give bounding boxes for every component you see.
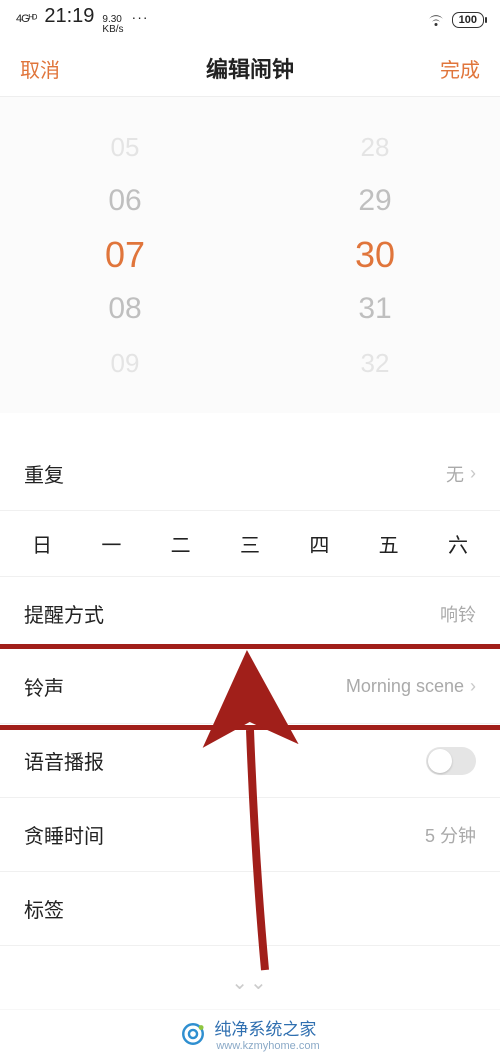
snooze-value: 5 分钟 bbox=[425, 822, 476, 848]
picker-hour-selected[interactable]: 07 bbox=[105, 235, 145, 275]
battery-indicator: 100 bbox=[452, 12, 484, 28]
weekday-sun[interactable]: 日 bbox=[28, 529, 56, 558]
picker-hour-item[interactable]: 08 bbox=[108, 289, 141, 329]
chevron-right-icon: › bbox=[470, 676, 476, 697]
weekday-row: 日 一 二 三 四 五 六 bbox=[0, 511, 500, 577]
cancel-button[interactable]: 取消 bbox=[20, 54, 60, 83]
snooze-row[interactable]: 贪睡时间 5 分钟 bbox=[0, 798, 500, 872]
footer-logo-icon bbox=[180, 1021, 206, 1047]
snooze-label: 贪睡时间 bbox=[24, 820, 104, 849]
weekday-thu[interactable]: 四 bbox=[305, 529, 333, 558]
hour-column[interactable]: 05 06 07 08 09 bbox=[25, 127, 225, 383]
network-indicator: 4Gᴴᴰ bbox=[16, 13, 36, 25]
status-bar: 4Gᴴᴰ 21:19 9.30 KB/s ··· 100 bbox=[0, 0, 500, 40]
data-rate: 9.30 KB/s bbox=[102, 15, 123, 35]
picker-minute-item[interactable]: 31 bbox=[358, 289, 391, 329]
footer-watermark: 纯净系统之家 www.kzmyhome.com bbox=[0, 1009, 500, 1057]
settings-list: 重复 无 › 日 一 二 三 四 五 六 提醒方式 响铃 铃声 Morning … bbox=[0, 437, 500, 946]
picker-hour-item[interactable]: 05 bbox=[111, 127, 140, 167]
remind-label: 提醒方式 bbox=[24, 599, 104, 628]
picker-minute-item[interactable]: 32 bbox=[361, 343, 390, 383]
remind-value: 响铃 bbox=[440, 601, 476, 627]
picker-minute-selected[interactable]: 30 bbox=[355, 235, 395, 275]
ringtone-label: 铃声 bbox=[24, 672, 64, 701]
remind-row[interactable]: 提醒方式 响铃 bbox=[0, 577, 500, 650]
time-picker[interactable]: 05 06 07 08 09 28 29 30 31 32 bbox=[0, 96, 500, 413]
weekday-mon[interactable]: 一 bbox=[97, 529, 125, 558]
picker-hour-item[interactable]: 09 bbox=[111, 343, 140, 383]
weekday-fri[interactable]: 五 bbox=[375, 529, 403, 558]
ringtone-value: Morning scene bbox=[346, 676, 464, 697]
minute-column[interactable]: 28 29 30 31 32 bbox=[275, 127, 475, 383]
picker-minute-item[interactable]: 28 bbox=[361, 127, 390, 167]
picker-minute-item[interactable]: 29 bbox=[358, 181, 391, 221]
repeat-row[interactable]: 重复 无 › bbox=[0, 437, 500, 511]
repeat-label: 重复 bbox=[24, 459, 64, 488]
more-dots: ··· bbox=[132, 9, 149, 25]
voice-row[interactable]: 语音播报 bbox=[0, 724, 500, 798]
voice-toggle[interactable] bbox=[426, 747, 476, 775]
tag-label: 标签 bbox=[24, 894, 64, 923]
nav-bar: 取消 编辑闹钟 完成 bbox=[0, 40, 500, 96]
scroll-indicator: ⌄⌄ bbox=[231, 970, 269, 995]
wifi-icon bbox=[426, 13, 446, 27]
footer-url: www.kzmyhome.com bbox=[216, 1040, 319, 1052]
voice-label: 语音播报 bbox=[24, 746, 104, 775]
weekday-tue[interactable]: 二 bbox=[167, 529, 195, 558]
tag-row[interactable]: 标签 bbox=[0, 872, 500, 946]
ringtone-row[interactable]: 铃声 Morning scene › bbox=[0, 650, 500, 724]
weekday-wed[interactable]: 三 bbox=[236, 529, 264, 558]
page-title: 编辑闹钟 bbox=[206, 52, 294, 84]
footer-brand: 纯净系统之家 bbox=[214, 1015, 319, 1040]
repeat-value: 无 bbox=[446, 461, 464, 487]
weekday-sat[interactable]: 六 bbox=[444, 529, 472, 558]
done-button[interactable]: 完成 bbox=[440, 54, 480, 83]
picker-hour-item[interactable]: 06 bbox=[108, 181, 141, 221]
status-time: 21:19 bbox=[44, 5, 94, 28]
chevron-right-icon: › bbox=[470, 463, 476, 484]
